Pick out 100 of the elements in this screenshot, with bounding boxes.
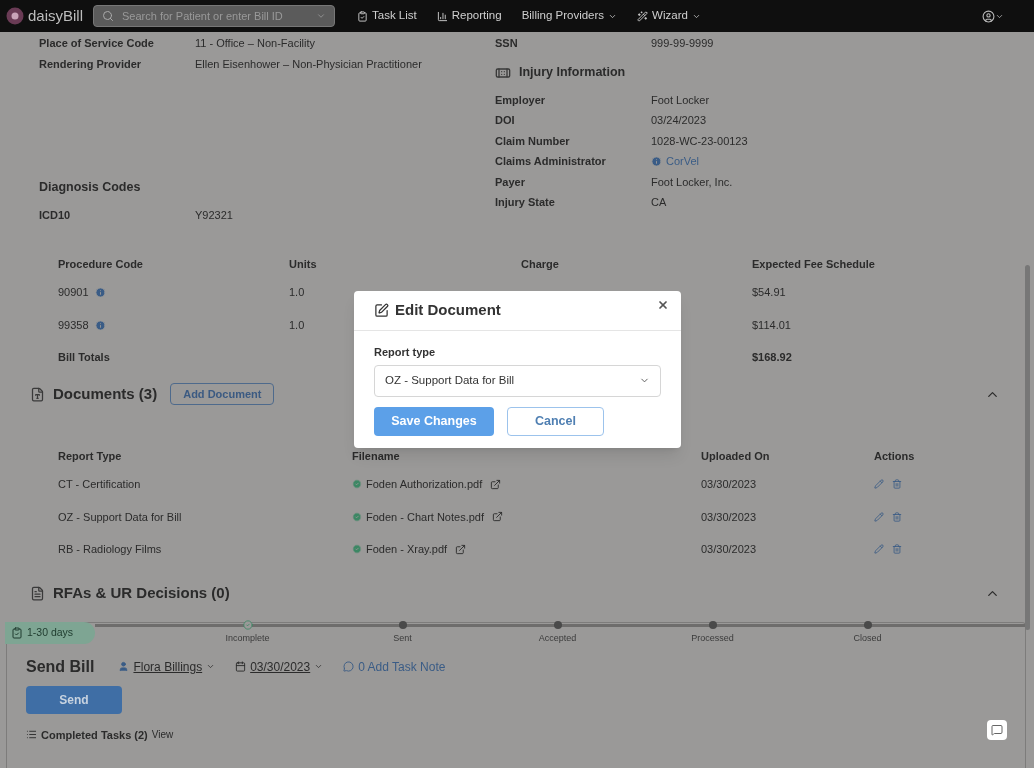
external-link-icon[interactable] bbox=[492, 511, 503, 523]
file-link[interactable]: Foden Authorization.pdf bbox=[366, 476, 483, 493]
column-header: Uploaded On bbox=[701, 448, 770, 464]
totals-value: $168.92 bbox=[752, 349, 792, 365]
step-label: Sent bbox=[393, 631, 412, 645]
step-label: Incomplete bbox=[225, 631, 270, 645]
date-dropdown[interactable]: 03/30/2023 bbox=[235, 657, 324, 676]
search-input[interactable]: Search for Patient or enter Bill ID bbox=[122, 7, 308, 25]
uploaded-date-cell-text: 03/30/2023 bbox=[701, 542, 757, 557]
info-icon bbox=[94, 320, 106, 331]
report-type-cell-text: CT - Certification bbox=[58, 477, 141, 492]
caret-icon bbox=[314, 662, 324, 671]
step-label: Accepted bbox=[538, 631, 577, 645]
step-label: Processed bbox=[691, 631, 734, 645]
delete-icon[interactable] bbox=[892, 544, 902, 555]
report-type-select[interactable]: OZ - Support Data for Bill bbox=[374, 364, 661, 397]
code-type: ICD10 bbox=[39, 207, 72, 223]
field-label: Employer bbox=[495, 92, 547, 108]
nav-item[interactable]: Reporting bbox=[436, 7, 502, 25]
info-icon bbox=[94, 287, 106, 298]
file-link[interactable]: Foden - Xray.pdf bbox=[366, 541, 448, 558]
edit-icon bbox=[374, 303, 389, 318]
document-icon bbox=[30, 586, 45, 601]
check-icon bbox=[352, 511, 362, 522]
field-label: Injury State bbox=[495, 195, 556, 210]
send-button[interactable]: Send bbox=[26, 685, 122, 714]
procedure-code: 99358 bbox=[58, 318, 89, 334]
field-value: Foot Locker, Inc. bbox=[651, 174, 733, 190]
chat-icon bbox=[991, 724, 1003, 736]
column-header: Filename bbox=[352, 448, 400, 464]
user-menu-button[interactable] bbox=[982, 9, 1004, 23]
wand-icon bbox=[637, 10, 649, 22]
delete-icon[interactable] bbox=[892, 479, 902, 490]
procedure-code: 90901 bbox=[58, 285, 89, 301]
user-icon bbox=[982, 9, 995, 23]
step-label: Closed bbox=[853, 631, 882, 645]
column-header: Report Type bbox=[58, 448, 122, 464]
completed-tasks-label: Completed Tasks (2) bbox=[41, 727, 148, 743]
section-title: Diagnosis Codes bbox=[39, 178, 142, 196]
search-field[interactable]: Search for Patient or enter Bill ID bbox=[93, 5, 335, 27]
column-header: Units bbox=[289, 256, 317, 272]
field-value: CA bbox=[651, 195, 667, 210]
totals-label: Bill Totals bbox=[58, 349, 110, 365]
report-type-cell-text: RB - Radiology Films bbox=[58, 542, 162, 557]
column-header: Expected Fee Schedule bbox=[752, 256, 875, 272]
task-title: Send Bill bbox=[26, 656, 95, 677]
assignee-dropdown[interactable]: Flora Billings bbox=[118, 657, 216, 676]
nav-item[interactable]: Task List bbox=[357, 7, 417, 25]
days-badge: 1-30 days bbox=[5, 621, 95, 644]
field-value: 11 - Office – Non-Facility bbox=[195, 36, 316, 51]
save-changes-button[interactable]: Save Changes bbox=[374, 406, 494, 436]
close-button[interactable] bbox=[657, 298, 669, 311]
field-label: Place of Service Code bbox=[39, 36, 155, 51]
flower-logo-icon bbox=[6, 7, 24, 25]
expected-fee-cell-text: $54.91 bbox=[752, 285, 786, 301]
field-label: DOI bbox=[495, 113, 516, 128]
view-link[interactable]: View bbox=[151, 727, 174, 743]
field-value: 1028-WC-23-00123 bbox=[651, 133, 748, 149]
column-header: Actions bbox=[874, 448, 915, 464]
external-link-icon[interactable] bbox=[455, 543, 467, 555]
field-label: SSN bbox=[495, 36, 519, 51]
info-icon bbox=[651, 155, 662, 167]
external-link-icon[interactable] bbox=[490, 478, 502, 490]
section-title: RFAs & UR Decisions (0) bbox=[53, 583, 230, 604]
speech-bubble-icon bbox=[343, 661, 355, 672]
expected-fee-cell-text: $114.01 bbox=[752, 318, 791, 334]
units-cell-text: 1.0 bbox=[289, 318, 305, 334]
bar-chart-icon bbox=[436, 10, 448, 22]
clipboard-icon bbox=[11, 626, 23, 639]
person-icon bbox=[118, 661, 130, 672]
close-icon bbox=[657, 298, 669, 311]
field-value: Foot Locker bbox=[651, 92, 710, 108]
pdf-file-icon bbox=[30, 386, 45, 402]
column-header: Charge bbox=[521, 256, 559, 272]
nav-item[interactable]: Wizard bbox=[637, 7, 701, 25]
file-link[interactable]: Foden - Chart Notes.pdf bbox=[366, 508, 484, 525]
section-title: Documents (3) bbox=[53, 383, 158, 404]
dialog-title: Edit Document bbox=[395, 300, 501, 321]
section-title: Injury Information bbox=[519, 64, 626, 82]
chat-button[interactable] bbox=[987, 720, 1007, 740]
calendar-icon bbox=[235, 661, 247, 672]
uploaded-date-cell-text: 03/30/2023 bbox=[701, 477, 757, 492]
field-label: Claims Administrator bbox=[495, 154, 607, 169]
delete-icon[interactable] bbox=[892, 511, 902, 522]
field-value: Ellen Eisenhower – Non-Physician Practitioner bbox=[195, 56, 422, 72]
field-value: 03/24/2023 bbox=[651, 113, 707, 128]
field-value: 999-99-9999 bbox=[651, 36, 714, 51]
cancel-button[interactable]: Cancel bbox=[507, 406, 604, 436]
units-cell-text: 1.0 bbox=[289, 285, 305, 301]
field-label: Claim Number bbox=[495, 133, 571, 149]
column-header: Procedure Code bbox=[58, 256, 143, 272]
field-label: Report type bbox=[374, 345, 437, 360]
field-label: Payer bbox=[495, 174, 526, 190]
uploaded-date-cell-text: 03/30/2023 bbox=[701, 509, 757, 525]
search-icon bbox=[102, 10, 114, 22]
clipboard-icon bbox=[357, 10, 368, 22]
logo-text: daisyBill bbox=[28, 5, 84, 26]
check-icon bbox=[352, 479, 362, 490]
nav-item[interactable]: Billing Providers bbox=[521, 7, 618, 25]
list-icon bbox=[26, 729, 37, 741]
